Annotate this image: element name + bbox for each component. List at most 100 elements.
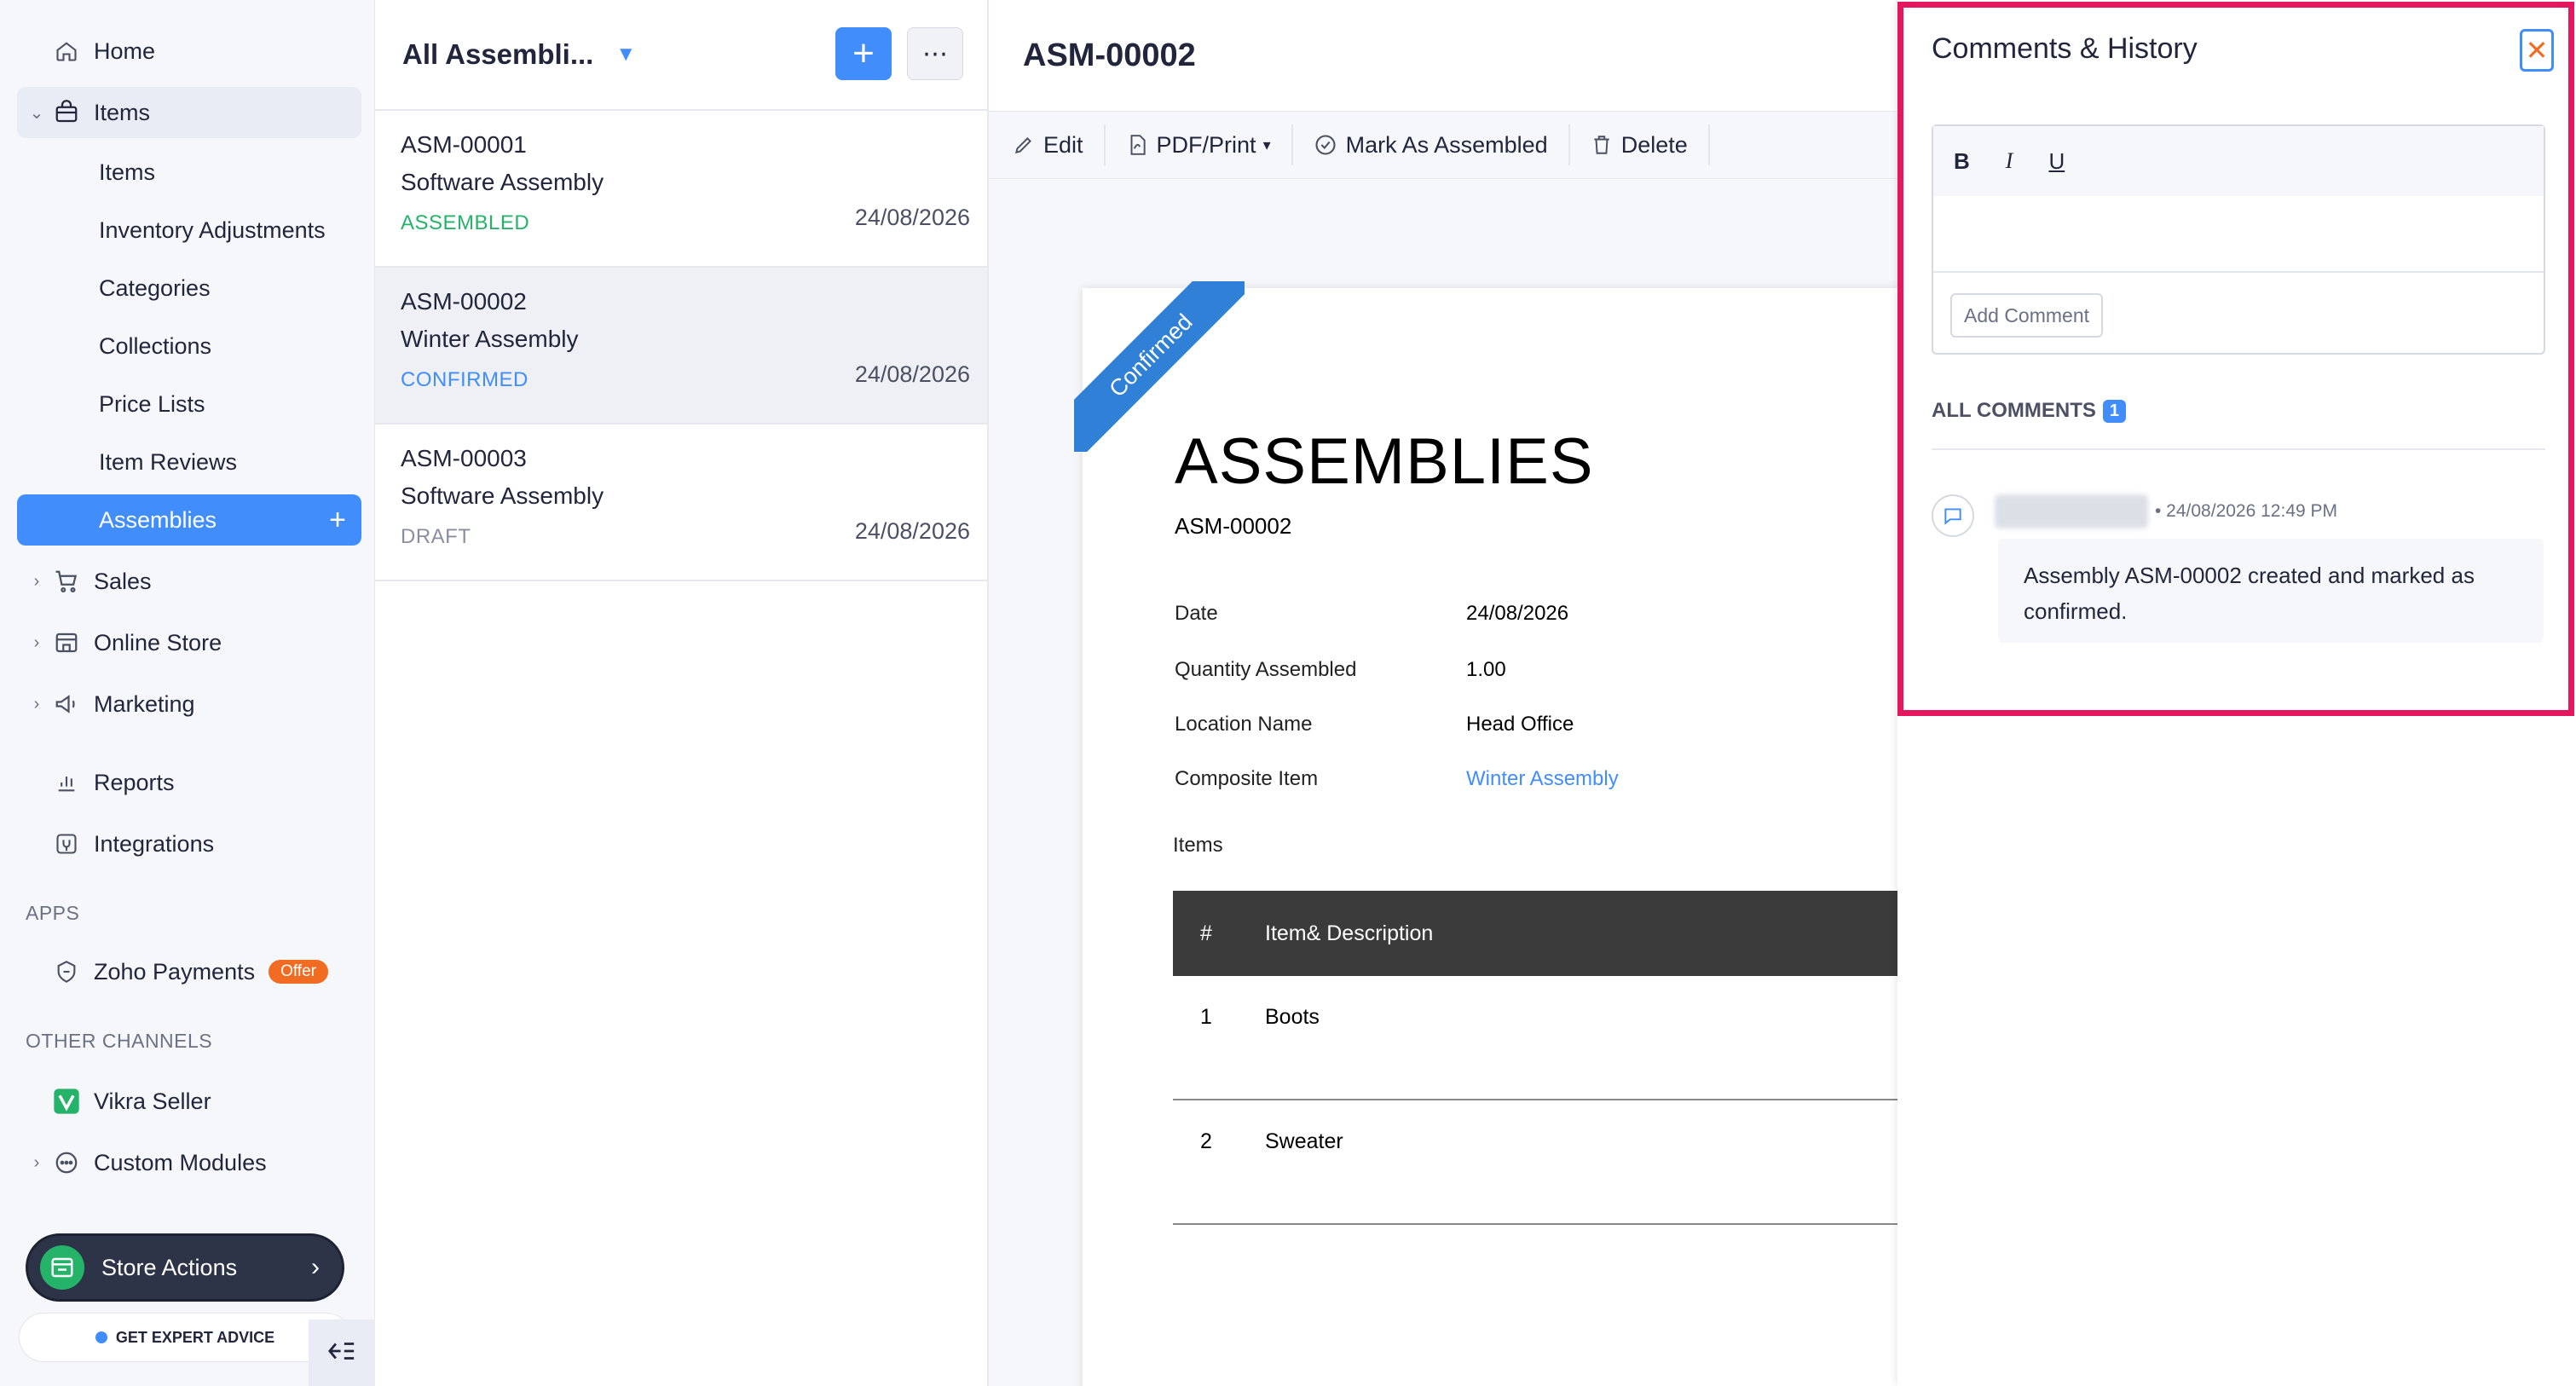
assembly-date: 24/08/2026 (854, 518, 970, 544)
mark-as-assembled-label: Mark As Assembled (1345, 131, 1548, 158)
comment-input[interactable] (1933, 196, 2544, 273)
sidebar-item-label: Sales (94, 568, 152, 594)
check-circle-icon (1314, 133, 1337, 157)
sidebar-item-label: Items (94, 99, 151, 125)
sidebar-item-label: Vikra Seller (94, 1088, 211, 1114)
other-channels-section-label: OTHER CHANNELS (26, 1030, 213, 1052)
sidebar-item-item-reviews[interactable]: Item Reviews (17, 436, 361, 488)
store-actions-button[interactable]: Store Actions › (26, 1233, 344, 1302)
list-item[interactable]: ASM-00001 Software Assembly ASSEMBLED 24… (375, 111, 987, 268)
panel-title: Comments & History (1932, 32, 2198, 65)
close-button[interactable]: ✕ (2520, 29, 2554, 72)
close-icon: ✕ (2525, 35, 2549, 66)
sidebar-item-label: Item Reviews (99, 448, 238, 475)
column-header-item: Item& Description (1265, 921, 1434, 945)
row-number: 2 (1200, 1129, 1212, 1153)
comment-icon (1932, 494, 1974, 537)
divider (1932, 448, 2545, 450)
sidebar-item-items-list[interactable]: Items (17, 147, 361, 198)
chevron-down-icon: ⌄ (29, 103, 44, 123)
comment-timestamp: • 24/08/2026 12:49 PM (2155, 501, 2338, 521)
chevron-down-icon: ▾ (1262, 136, 1271, 153)
location-value: Head Office (1466, 713, 1574, 736)
delete-label: Delete (1620, 131, 1688, 158)
row-item: Boots (1265, 1005, 1320, 1029)
more-options-button[interactable]: ⋯ (907, 27, 963, 80)
sidebar-item-reports[interactable]: Reports (17, 757, 361, 808)
formatting-toolbar: B I U (1933, 126, 2544, 196)
sidebar-item-label: Categories (99, 274, 211, 301)
apps-section-label: APPS (26, 902, 80, 924)
sidebar-item-custom-modules[interactable]: › Custom Modules (17, 1137, 361, 1188)
italic-button[interactable]: I (2006, 148, 2013, 174)
mark-as-assembled-button[interactable]: Mark As Assembled (1293, 124, 1570, 165)
edit-button[interactable]: Edit (1013, 124, 1106, 165)
sidebar-item-price-lists[interactable]: Price Lists (17, 378, 361, 430)
payments-icon (49, 955, 84, 989)
comment-author-blurred (1995, 494, 2148, 528)
sidebar-item-inventory-adjustments[interactable]: Inventory Adjustments (17, 205, 361, 256)
chevron-right-icon: › (311, 1253, 320, 1281)
sidebar: Home ⌄ Items Items Inventory Adjustments… (0, 0, 375, 1386)
collapse-sidebar-button[interactable] (309, 1320, 375, 1386)
row-item: Sweater (1265, 1129, 1343, 1153)
assembly-name: Software Assembly (401, 482, 604, 509)
sidebar-item-items[interactable]: ⌄ Items (17, 87, 361, 138)
list-view-title[interactable]: All Assembli... (402, 38, 593, 71)
sidebar-item-assemblies[interactable]: Assemblies + (17, 494, 361, 546)
cart-icon (49, 564, 84, 598)
vikra-logo-icon (49, 1084, 84, 1118)
quantity-label: Quantity Assembled (1175, 658, 1357, 681)
assembly-name: Winter Assembly (401, 326, 579, 352)
trash-icon (1591, 134, 1613, 156)
sidebar-item-marketing[interactable]: › Marketing (17, 679, 361, 730)
sidebar-item-collections[interactable]: Collections (17, 321, 361, 372)
pencil-icon (1013, 134, 1035, 156)
collapse-icon (327, 1338, 356, 1368)
expert-advice-label: GET EXPERT ADVICE (115, 1328, 275, 1346)
home-icon (49, 34, 84, 68)
megaphone-icon (49, 687, 84, 721)
list-item[interactable]: ASM-00002 Winter Assembly CONFIRMED 24/0… (375, 268, 987, 424)
sidebar-item-home[interactable]: Home (17, 26, 361, 77)
sidebar-item-vikra-seller[interactable]: Vikra Seller (17, 1076, 361, 1127)
pdf-print-label: PDF/Print (1156, 131, 1256, 158)
sidebar-item-integrations[interactable]: Integrations (17, 818, 361, 869)
expert-advice-button[interactable]: GET EXPERT ADVICE (19, 1313, 351, 1362)
modules-icon (49, 1146, 84, 1180)
comment-text: Assembly ASM-00002 created and marked as… (1998, 539, 2544, 643)
date-label: Date (1175, 602, 1218, 625)
bag-icon (49, 95, 84, 130)
sidebar-item-label: Integrations (94, 830, 215, 857)
location-label: Location Name (1175, 713, 1313, 736)
chevron-down-icon[interactable]: ▼ (615, 43, 636, 66)
assembly-name: Software Assembly (401, 169, 604, 195)
sidebar-item-categories[interactable]: Categories (17, 263, 361, 314)
add-assembly-icon[interactable]: + (329, 504, 346, 537)
underline-button[interactable]: U (2048, 148, 2065, 175)
composite-item-link[interactable]: Winter Assembly (1466, 767, 1619, 791)
comment-count-badge: 1 (2102, 399, 2127, 423)
sidebar-item-zoho-payments[interactable]: Zoho Payments Offer (17, 946, 361, 997)
bar-chart-icon (49, 765, 84, 800)
sidebar-item-sales[interactable]: › Sales (17, 556, 361, 607)
store-actions-label: Store Actions (101, 1254, 238, 1280)
sidebar-item-label: Collections (99, 332, 212, 359)
pdf-print-button[interactable]: PDF/Print ▾ (1106, 124, 1293, 165)
all-comments-label: ALL COMMENTS (1932, 399, 2096, 422)
quantity-value: 1.00 (1466, 658, 1506, 681)
bold-button[interactable]: B (1954, 148, 1970, 175)
add-comment-button[interactable]: Add Comment (1950, 293, 2104, 338)
assembly-number: ASM-00002 (401, 288, 527, 315)
sidebar-item-label: Marketing (94, 690, 195, 717)
sidebar-item-label: Custom Modules (94, 1149, 267, 1175)
sidebar-item-label: Online Store (94, 629, 222, 655)
sidebar-item-online-store[interactable]: › Online Store (17, 617, 361, 668)
delete-button[interactable]: Delete (1570, 124, 1710, 165)
sidebar-item-label: Zoho Payments (94, 958, 256, 985)
chevron-right-icon: › (33, 571, 40, 591)
new-assembly-button[interactable]: + (835, 27, 892, 80)
list-item[interactable]: ASM-00003 Software Assembly DRAFT 24/08/… (375, 424, 987, 581)
sidebar-item-label: Price Lists (99, 390, 205, 417)
chevron-right-icon: › (33, 694, 40, 713)
